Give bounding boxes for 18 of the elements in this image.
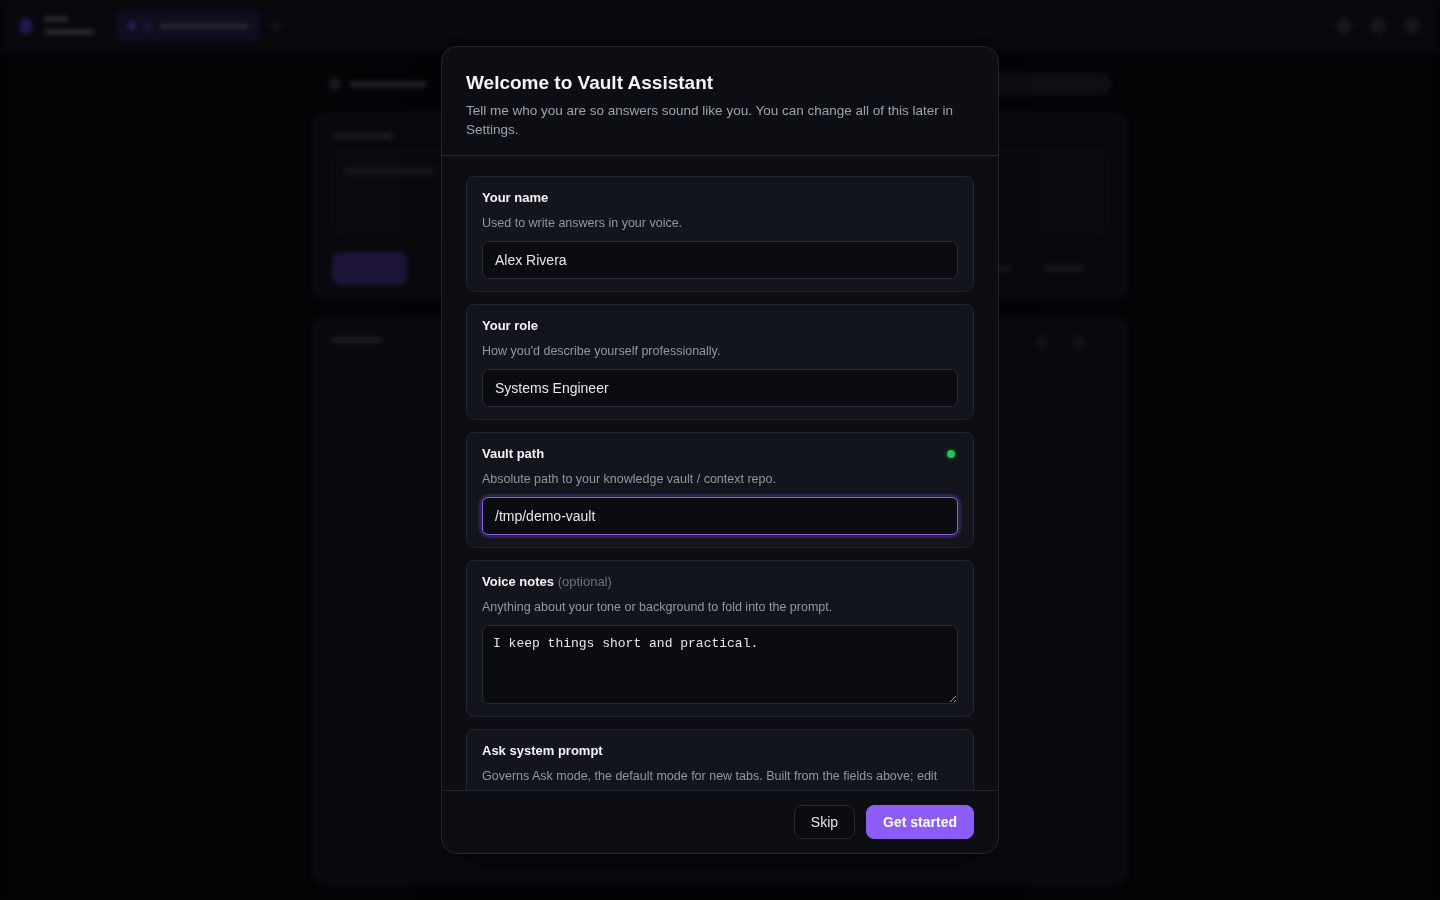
field-description: Governs Ask mode, the default mode for new tabs. Built from the fields above; edit [482, 768, 939, 785]
field-description: Used to write answers in your voice. [482, 215, 684, 232]
field-description: Anything about your tone or background to fold into the prompt. [482, 599, 834, 616]
field-label: Your name [482, 189, 549, 207]
outline-button[interactable]: Skip [793, 805, 856, 839]
text-input[interactable]: Systems Engineer [482, 369, 958, 407]
field-label: Voice notes (optional) [482, 573, 612, 591]
field-label: Your role [482, 317, 539, 335]
field-description: How you'd describe yourself professionally. [482, 343, 722, 360]
text-input[interactable]: /tmp/demo-vault [482, 497, 958, 535]
field-description: Absolute path to your knowledge vault / context repo. [482, 471, 777, 488]
dialog-title: Welcome to Vault Assistant [466, 71, 715, 95]
field-label: Vault path [482, 445, 545, 463]
primary-button[interactable]: Get started [866, 805, 974, 839]
dialog-subtitle: Tell me who you are so answers sound like you. You can change all of this later in Settings. [466, 102, 955, 139]
field-label: Ask system prompt [482, 742, 603, 760]
text-input[interactable]: Alex Rivera [482, 241, 958, 279]
text-area[interactable]: I keep things short and practical. [482, 625, 958, 704]
